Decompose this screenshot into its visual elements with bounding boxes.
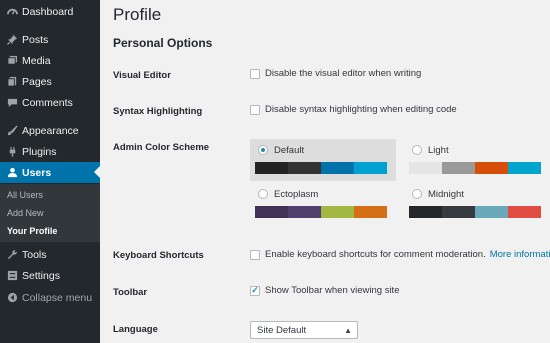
sidebar-item-label: Settings [22, 269, 60, 282]
collapse-menu-button[interactable]: Collapse menu [0, 287, 100, 308]
keyboard-shortcuts-label: Keyboard Shortcuts [113, 250, 204, 261]
collapse-icon [6, 292, 18, 304]
plug-icon [6, 146, 18, 158]
palette-swatch [321, 162, 354, 174]
users-submenu: All Users Add New Your Profile [0, 184, 100, 242]
toolbar-option[interactable]: Show Toolbar when viewing site [250, 285, 399, 296]
palette-swatch [475, 206, 508, 218]
color-scheme-light[interactable]: Light [404, 139, 550, 181]
color-palette [255, 206, 387, 218]
sidebar-item-posts[interactable]: Posts [0, 29, 100, 50]
language-select-value: Site Default [257, 324, 307, 336]
dashboard-icon [6, 6, 18, 18]
submenu-item-add-new[interactable]: Add New [7, 208, 44, 218]
visual-editor-option[interactable]: Disable the visual editor when writing [250, 68, 421, 79]
sidebar-item-label: Tools [22, 248, 47, 261]
sidebar-item-label: Posts [22, 33, 49, 46]
section-heading: Personal Options [113, 36, 213, 50]
comment-icon [6, 97, 18, 109]
palette-swatch [288, 162, 321, 174]
color-scheme-radio[interactable] [412, 145, 422, 155]
color-palette [409, 162, 541, 174]
color-palette [409, 206, 541, 218]
palette-swatch [442, 206, 475, 218]
sidebar-item-label: Pages [22, 75, 52, 88]
color-scheme-ectoplasm[interactable]: Ectoplasm [250, 183, 396, 225]
color-palette [255, 162, 387, 174]
toolbar-checkbox[interactable] [250, 285, 260, 296]
visual-editor-checkbox[interactable] [250, 68, 260, 79]
visual-editor-label: Visual Editor [113, 70, 171, 81]
palette-swatch [475, 162, 508, 174]
color-scheme-default[interactable]: Default [250, 139, 396, 181]
palette-swatch [321, 206, 354, 218]
toolbar-label: Toolbar [113, 287, 148, 298]
sidebar-item-label: Users [22, 166, 52, 179]
user-icon [6, 167, 18, 179]
sidebar-item-comments[interactable]: Comments [0, 92, 100, 113]
language-label: Language [113, 324, 158, 335]
sidebar-item-users[interactable]: Users [0, 162, 100, 183]
sidebar-item-label: Plugins [22, 145, 57, 158]
keyboard-shortcuts-option[interactable]: Enable keyboard shortcuts for comment mo… [250, 249, 550, 260]
brush-icon [6, 125, 18, 137]
chevron-updown-icon: ▲︎ [344, 325, 352, 335]
palette-swatch [288, 206, 321, 218]
admin-sidebar: Dashboard Posts Media Pages Comments App… [0, 0, 100, 343]
wrench-icon [6, 249, 18, 261]
page-icon [6, 76, 18, 88]
palette-swatch [508, 206, 541, 218]
color-scheme-label: Admin Color Scheme [113, 142, 210, 153]
sidebar-item-settings[interactable]: Settings [0, 265, 100, 286]
color-scheme-radio[interactable] [412, 189, 422, 199]
submenu-item-your-profile[interactable]: Your Profile [7, 226, 57, 236]
toolbar-text: Show Toolbar when viewing site [265, 285, 400, 296]
more-information-link[interactable]: More information [490, 249, 550, 260]
sidebar-item-plugins[interactable]: Plugins [0, 141, 100, 162]
pin-icon [6, 34, 18, 46]
settings-icon [6, 270, 18, 282]
palette-swatch [255, 162, 288, 174]
visual-editor-text: Disable the visual editor when writing [265, 68, 422, 79]
keyboard-shortcuts-text: Enable keyboard shortcuts for comment mo… [265, 249, 486, 260]
sidebar-item-appearance[interactable]: Appearance [0, 120, 100, 141]
palette-swatch [409, 206, 442, 218]
color-scheme-radio[interactable] [258, 145, 268, 155]
sidebar-item-tools[interactable]: Tools [0, 244, 100, 265]
palette-swatch [442, 162, 475, 174]
sidebar-item-label: Appearance [22, 124, 79, 137]
keyboard-shortcuts-checkbox[interactable] [250, 249, 260, 260]
syntax-highlighting-option[interactable]: Disable syntax highlighting when editing… [250, 104, 457, 115]
palette-swatch [508, 162, 541, 174]
sidebar-item-label: Collapse menu [22, 291, 93, 304]
sidebar-item-label: Comments [22, 96, 73, 109]
submenu-item-all-users[interactable]: All Users [7, 190, 43, 200]
color-scheme-name: Light [428, 144, 449, 156]
sidebar-item-pages[interactable]: Pages [0, 71, 100, 92]
media-icon [6, 55, 18, 67]
color-scheme-name: Midnight [428, 188, 464, 200]
page-title: Profile [113, 5, 162, 24]
color-scheme-name: Ectoplasm [274, 188, 319, 200]
sidebar-item-media[interactable]: Media [0, 50, 100, 71]
palette-swatch [255, 206, 288, 218]
sidebar-item-dashboard[interactable]: Dashboard [0, 1, 100, 22]
language-select[interactable]: Site Default ▲︎ [250, 321, 358, 339]
palette-swatch [409, 162, 442, 174]
syntax-highlighting-text: Disable syntax highlighting when editing… [265, 104, 457, 115]
sidebar-item-label: Media [22, 54, 51, 67]
color-scheme-radio[interactable] [258, 189, 268, 199]
syntax-highlighting-checkbox[interactable] [250, 104, 260, 115]
palette-swatch [354, 206, 387, 218]
palette-swatch [354, 162, 387, 174]
color-scheme-midnight[interactable]: Midnight [404, 183, 550, 225]
syntax-highlighting-label: Syntax Highlighting [113, 106, 203, 117]
sidebar-item-label: Dashboard [22, 5, 74, 18]
color-scheme-name: Default [274, 144, 305, 156]
